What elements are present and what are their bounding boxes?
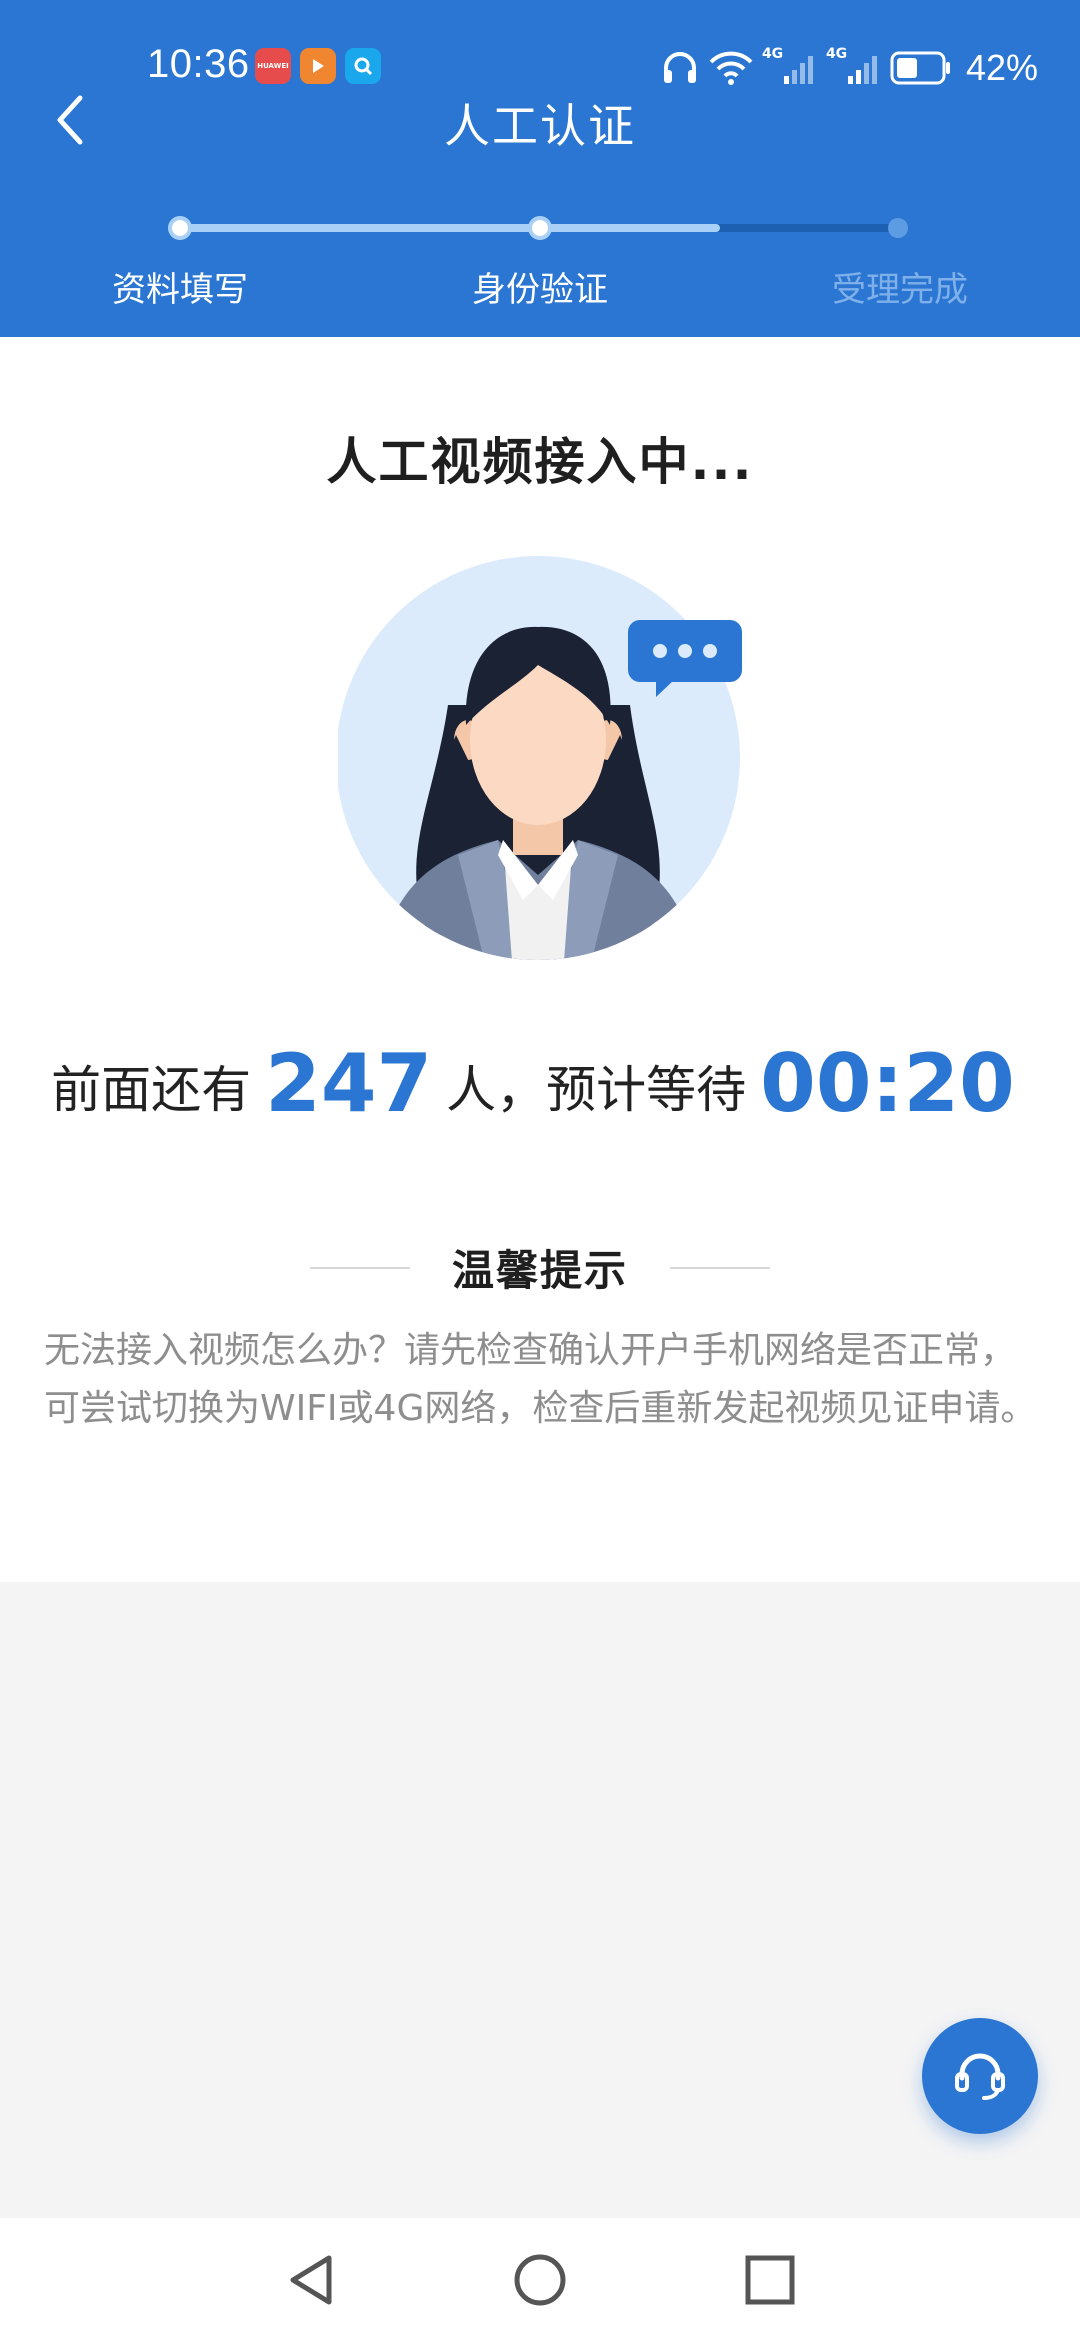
wait-time: 00:20 <box>760 1037 1015 1130</box>
queue-count: 247 <box>265 1037 433 1130</box>
huawei-mall-icon: HUAWEI <box>255 48 291 84</box>
stepper-track-fill <box>180 224 720 232</box>
divider-right <box>670 1267 770 1269</box>
home-circle-icon <box>514 2254 566 2306</box>
connecting-title: 人工视频接入中... <box>326 433 754 491</box>
page-title: 人工认证 <box>444 99 636 153</box>
status-time: 10:36 <box>147 42 250 86</box>
back-triangle-icon <box>290 2255 332 2305</box>
wifi-icon <box>709 51 753 85</box>
recents-square-icon <box>745 2255 795 2305</box>
agent-avatar-illustration <box>336 555 748 965</box>
step-label-2: 身份验证 <box>472 270 608 310</box>
system-recents-button[interactable] <box>738 2248 802 2312</box>
video-app-icon <box>300 48 336 84</box>
headphones-icon <box>663 52 696 83</box>
battery-percent: 42% <box>965 47 1038 88</box>
headset-icon <box>955 2053 1005 2100</box>
system-home-button[interactable] <box>508 2248 572 2312</box>
signal-icon-2: 4G <box>826 46 882 88</box>
queue-status: 前面还有 247 人，预计等待 00:20 <box>0 1037 1080 1130</box>
battery-icon <box>890 51 950 85</box>
step-dot-3 <box>888 218 908 238</box>
queue-card: 人工视频接入中... 前面还有 247 人，预计等待 00:20 温馨提示 无法… <box>0 337 1080 1582</box>
queue-middle: 人，预计等待 <box>446 1061 747 1119</box>
signal-icon: 4G <box>762 46 818 88</box>
system-nav-bar <box>0 2218 1080 2340</box>
queue-prefix: 前面还有 <box>51 1061 252 1119</box>
tip-body: 无法接入视频怎么办？请先检查确认开户手机网络是否正常，可尝试切换为WIFI或4G… <box>44 1330 1037 1429</box>
search-app-icon <box>345 48 381 84</box>
step-label-1: 资料填写 <box>112 270 248 310</box>
tip-heading: 温馨提示 <box>451 1246 628 1295</box>
status-icons: 4G 4G 42% <box>660 44 1038 92</box>
progress-stepper: 资料填写 身份验证 受理完成 <box>0 210 1080 320</box>
step-dot-1 <box>168 216 192 240</box>
nav-bar: 人工认证 <box>0 86 1080 156</box>
system-back-button[interactable] <box>278 2248 342 2312</box>
app-header: 10:36 HUAWEI 4G 4G 42% 人工认证 资料填写 身份验证 受理… <box>0 0 1080 337</box>
customer-service-button[interactable] <box>922 2018 1038 2134</box>
tip-heading-row: 温馨提示 <box>0 1237 1080 1297</box>
step-label-3: 受理完成 <box>832 270 968 310</box>
step-dot-2 <box>528 216 552 240</box>
